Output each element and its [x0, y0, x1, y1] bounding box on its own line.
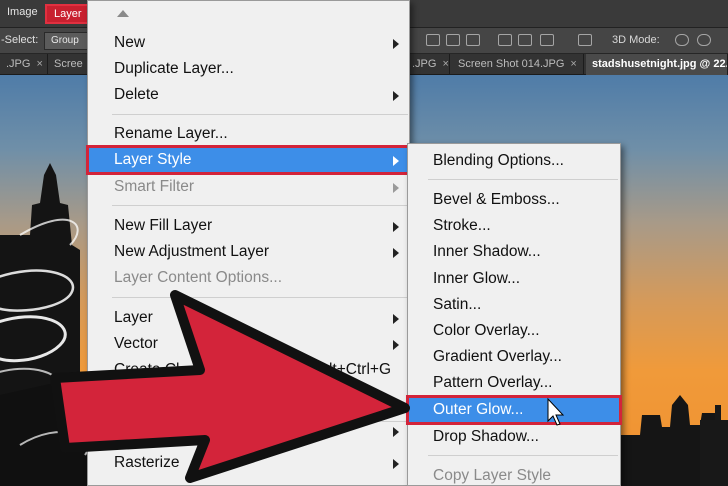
menu-item-rasterize[interactable]: Rasterize: [88, 450, 409, 476]
submenu-arrow-icon: [393, 183, 399, 193]
menu-item-label: Inner Shadow...: [433, 243, 541, 260]
menu-item-label: Satin...: [433, 296, 482, 313]
menu-item-new[interactable]: New: [88, 30, 409, 56]
menu-item-label: Blending Options...: [433, 152, 564, 169]
menu-item-label: Color Overlay...: [433, 322, 540, 339]
menu-item-label: Layer Content Options...: [114, 269, 283, 286]
menu-item-pattern-overlay[interactable]: Pattern Overlay...: [408, 370, 620, 396]
tab-label: stadshusetnight.jpg @ 22.2: [592, 58, 728, 70]
menu-item-label: Layer: [114, 309, 153, 326]
align-top-icon[interactable]: [426, 34, 440, 46]
submenu-arrow-icon: [393, 248, 399, 258]
menu-item-layer-style[interactable]: Layer Style: [86, 145, 411, 175]
submenu-arrow-icon: [393, 459, 399, 469]
menu-item-bevel-emboss[interactable]: Bevel & Emboss...: [408, 187, 620, 213]
menu-item-label: Pattern Overlay...: [433, 374, 553, 391]
distribute-right-icon[interactable]: [540, 34, 554, 46]
submenu-arrow-icon: [393, 156, 399, 166]
menu-separator: [112, 205, 408, 206]
menu-item-color-overlay[interactable]: Color Overlay...: [408, 318, 620, 344]
align-bottom-icon[interactable]: [466, 34, 480, 46]
tab-label: Screen Shot 014.JPG: [458, 58, 565, 70]
menu-item-duplicate-layer[interactable]: Duplicate Layer...: [88, 56, 409, 82]
submenu-arrow-icon: [393, 340, 399, 350]
menu-item-create-clipping-mask[interactable]: Create Cl Alt+Ctrl+G: [88, 357, 409, 383]
menu-image[interactable]: Image: [7, 6, 38, 18]
submenu-arrow-icon: [393, 427, 399, 437]
3d-rotate-icon[interactable]: [675, 34, 689, 46]
menu-item-label: Rename Layer...: [114, 125, 228, 142]
menu-item-label: Duplicate Layer...: [114, 60, 234, 77]
menu-separator: [112, 297, 408, 298]
menu-item-layer-content-options[interactable]: Layer Content Options...: [88, 265, 409, 291]
doc-tab[interactable]: Screen Shot 014.JPG ×: [452, 54, 584, 75]
menu-item-smart-filter[interactable]: Smart Filter: [88, 174, 409, 200]
menu-item-new-adjustment-layer[interactable]: New Adjustment Layer: [88, 239, 409, 265]
menu-item-outer-glow[interactable]: Outer Glow...: [406, 395, 622, 425]
doc-tab[interactable]: Scree: [48, 54, 88, 75]
close-icon[interactable]: ×: [36, 58, 42, 70]
submenu-arrow-icon: [393, 314, 399, 324]
menu-layer[interactable]: Layer: [45, 4, 90, 24]
auto-select-dropdown[interactable]: Group: [44, 32, 88, 50]
3d-mode-label: 3D Mode:: [612, 34, 660, 46]
align-middle-icon[interactable]: [446, 34, 460, 46]
close-icon[interactable]: ×: [442, 58, 448, 70]
submenu-arrow-icon: [393, 91, 399, 101]
tab-label: .JPG: [412, 58, 437, 70]
doc-tab-active[interactable]: stadshusetnight.jpg @ 22.2: [586, 54, 728, 75]
doc-tab[interactable]: .JPG ×: [0, 54, 48, 75]
menu-item-inner-glow[interactable]: Inner Glow...: [408, 266, 620, 292]
menu-item-delete[interactable]: Delete: [88, 82, 409, 108]
scroll-up-icon[interactable]: [117, 10, 129, 17]
menu-separator: [112, 114, 408, 115]
distribute-left-icon[interactable]: [498, 34, 512, 46]
3d-roll-icon[interactable]: [697, 34, 711, 46]
menu-item-stroke[interactable]: Stroke...: [408, 213, 620, 239]
menu-item-label: Layer Style: [114, 151, 192, 168]
menu-item-label: Drop Shadow...: [433, 428, 539, 445]
submenu-arrow-icon: [393, 222, 399, 232]
menu-separator: [428, 455, 618, 456]
auto-select-label: -Select:: [1, 34, 39, 46]
menu-item-label: Vector: [114, 335, 158, 352]
menu-item-gradient-overlay[interactable]: Gradient Overlay...: [408, 344, 620, 370]
menu-separator: [112, 421, 408, 422]
menu-item-drop-shadow[interactable]: Drop Shadow...: [408, 424, 620, 450]
menu-item-rename-layer[interactable]: Rename Layer...: [88, 121, 409, 147]
menu-item-layer-mask[interactable]: Layer: [88, 305, 409, 331]
menu-item-label: Create Cl: [114, 361, 180, 378]
layer-style-submenu: Blending Options... Bevel & Emboss... St…: [406, 143, 622, 486]
tab-label: .JPG: [6, 58, 31, 70]
menu-item-label: Inner Glow...: [433, 270, 521, 287]
distribute-center-icon[interactable]: [518, 34, 532, 46]
menu-item-label: Rasterize: [114, 454, 180, 471]
menu-item-label: Outer Glow...: [433, 401, 524, 418]
tab-label: Scree: [54, 58, 83, 70]
menu-item-label: Stroke...: [433, 217, 491, 234]
layer-menu: New Duplicate Layer... Delete Rename Lay…: [86, 0, 411, 486]
menu-item-label: New Fill Layer: [114, 217, 213, 234]
menu-separator: [428, 179, 618, 180]
auto-align-icon[interactable]: [578, 34, 592, 46]
menu-item-label: New: [114, 34, 146, 51]
menu-item-vector-mask[interactable]: Vector: [88, 331, 409, 357]
menu-item-label: Gradient Overlay...: [433, 348, 562, 365]
menu-item-satin[interactable]: Satin...: [408, 292, 620, 318]
close-icon[interactable]: ×: [570, 58, 576, 70]
submenu-arrow-icon: [393, 39, 399, 49]
menu-item-copy-layer-style[interactable]: Copy Layer Style: [408, 463, 620, 486]
menu-item-label: Delete: [114, 86, 159, 103]
menu-item-label: Smart Filter: [114, 178, 195, 195]
menu-item-label: New Adjustment Layer: [114, 243, 270, 260]
menu-item-new-fill-layer[interactable]: New Fill Layer: [88, 213, 409, 239]
doc-tab[interactable]: .JPG ×: [410, 54, 450, 75]
menu-item-inner-shadow[interactable]: Inner Shadow...: [408, 239, 620, 265]
menu-item-blending-options[interactable]: Blending Options...: [408, 148, 620, 174]
shortcut-label: Alt+Ctrl+G: [318, 361, 391, 378]
menu-item-label: Copy Layer Style: [433, 467, 552, 484]
menu-item-label: Bevel & Emboss...: [433, 191, 560, 208]
